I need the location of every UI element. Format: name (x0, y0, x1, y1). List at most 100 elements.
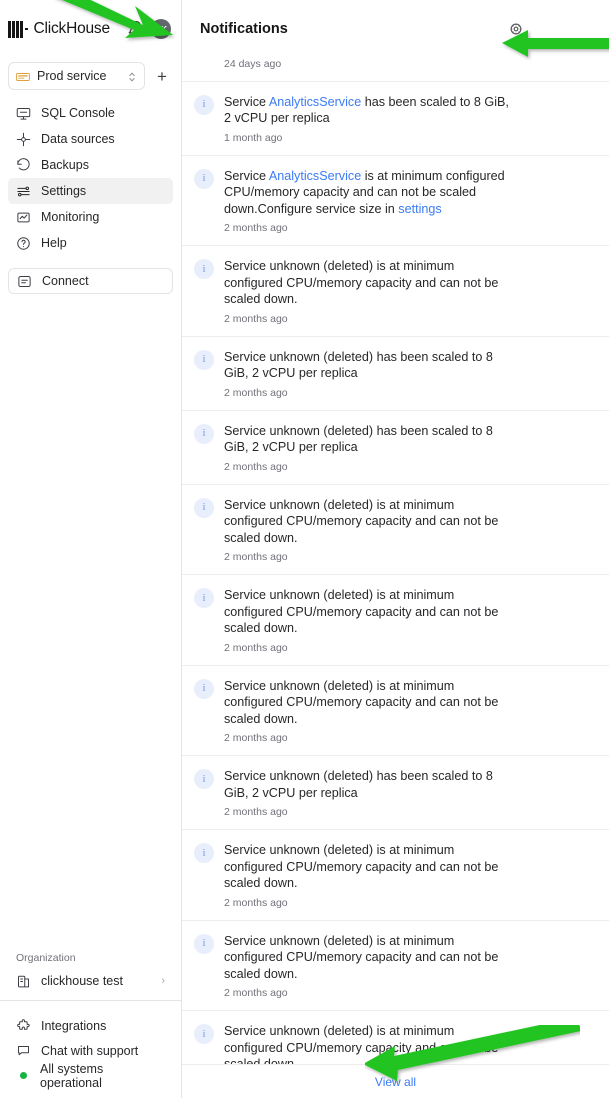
organization-icon (16, 974, 31, 989)
notification-timestamp: 2 months ago (224, 460, 288, 473)
footer-item-label: Chat with support (41, 1043, 139, 1058)
page-title: Notifications (200, 21, 288, 37)
sidebar: ClickHouse AK Prod service + SQL Console… (0, 0, 182, 1098)
settings-sliders-icon (16, 184, 31, 199)
footer-item-label: All systems operational (40, 1061, 104, 1090)
info-circle-icon: i (194, 933, 214, 954)
info-circle-icon: i (194, 349, 214, 370)
notification-timestamp: 2 months ago (224, 312, 288, 325)
user-avatar[interactable]: AK (151, 19, 171, 39)
notification-timestamp: 2 months ago (224, 641, 288, 654)
notification-body: Service unknown (deleted) is at minimum … (224, 933, 514, 1000)
organization-item[interactable]: clickhouse test › (8, 968, 173, 994)
info-circle-icon: i (194, 1024, 214, 1044)
sql-console-icon (16, 106, 31, 121)
notification-message: Service unknown (deleted) has been scale… (224, 423, 493, 455)
sidebar-item-monitoring[interactable]: Monitoring (8, 204, 173, 230)
view-all-bar: View all (182, 1064, 609, 1098)
sidebar-item-backups[interactable]: Backups (8, 152, 173, 178)
notifications-panel: Notifications ivCPU per replica24 days a… (182, 0, 609, 1098)
notification-timestamp: 2 months ago (224, 551, 288, 563)
notification-message: Service unknown (deleted) is at minimum … (224, 1024, 499, 1064)
notification-body: Service unknown (deleted) is at minimum … (224, 258, 514, 325)
notification-message: Service unknown (deleted) has been scale… (224, 349, 493, 381)
service-name: Prod service (37, 69, 107, 83)
notification-item[interactable]: i Service unknown (deleted) has been scal… (182, 335, 609, 410)
notification-item[interactable]: i Service unknown (deleted) is at minimum… (182, 574, 609, 665)
notification-item[interactable]: i Service unknown (deleted) has been scal… (182, 755, 609, 829)
sidebar-item-label: Data sources (41, 132, 115, 146)
view-all-link[interactable]: View all (375, 1075, 416, 1089)
notification-bell-icon[interactable] (127, 20, 145, 38)
notification-message: Service unknown (deleted) is at minimum … (224, 843, 499, 890)
sidebar-item-label: Monitoring (41, 210, 100, 224)
notification-item[interactable]: i Service unknown (deleted) is at minimum… (182, 1010, 609, 1064)
notification-message: Service unknown (deleted) is at minimum … (224, 678, 499, 726)
connect-icon (17, 274, 32, 289)
notification-link[interactable]: AnalyticsService (269, 169, 361, 183)
notification-item[interactable]: i Service unknown (deleted) is at minimum… (182, 919, 609, 1011)
service-icon (16, 70, 30, 82)
brand-name: ClickHouse (33, 20, 111, 37)
notification-item[interactable]: i Service unknown (deleted) is at minimum… (182, 245, 609, 336)
service-selector-row: Prod service + (0, 58, 181, 90)
notifications-list: ivCPU per replica24 days ago i Service Ana… (182, 58, 609, 1064)
clickhouse-logo-icon (8, 20, 28, 38)
sidebar-item-help[interactable]: Help (8, 230, 173, 256)
notification-item[interactable]: i Service unknown (deleted) is at minimum… (182, 483, 609, 575)
sidebar-footer: Integrations Chat with support All syste… (0, 1001, 181, 1098)
brand-logo[interactable]: ClickHouse (8, 20, 121, 38)
notification-item[interactable]: i Service AnalyticsService has been scale… (182, 80, 609, 155)
notification-message: Service unknown (deleted) is at minimum … (224, 497, 499, 545)
info-circle-icon: i (194, 769, 214, 789)
notification-body: Service unknown (deleted) is at minimum … (224, 842, 514, 909)
notification-message: Service unknown (deleted) has been scale… (224, 769, 493, 800)
sidebar-nav: SQL Console Data sources Backups Setting… (0, 90, 181, 256)
service-selector[interactable]: Prod service (8, 62, 145, 90)
footer-item-chat-support[interactable]: Chat with support (8, 1038, 173, 1063)
notification-message: Service unknown (deleted) is at minimum … (224, 933, 499, 981)
info-circle-icon: i (194, 497, 214, 518)
notification-item[interactable]: i Service unknown (deleted) has been scal… (182, 409, 609, 484)
notification-message: Service unknown (deleted) is at minimum … (224, 259, 499, 306)
footer-item-label: Integrations (41, 1018, 107, 1033)
notification-body: Service unknown (deleted) has been scale… (224, 423, 514, 473)
organization-block: Organization clickhouse test › (0, 952, 181, 1000)
organization-section-label: Organization (16, 952, 76, 964)
notification-item[interactable]: i Service AnalyticsService is at minimum … (182, 154, 609, 246)
notification-item[interactable]: i Service unknown (deleted) is at minimum… (182, 664, 609, 756)
sidebar-header: ClickHouse AK (0, 0, 181, 58)
notification-item[interactable]: i Service unknown (deleted) is at minimum… (182, 829, 609, 920)
notification-timestamp: 1 month ago (224, 131, 283, 144)
notification-message: Service AnalyticsService is at minimum c… (224, 168, 505, 216)
info-circle-icon: i (194, 94, 214, 115)
chevron-right-icon: › (161, 975, 165, 987)
info-circle-icon: i (194, 588, 214, 608)
sidebar-item-data-sources[interactable]: Data sources (8, 126, 173, 152)
notification-body: Service unknown (deleted) is at minimum … (224, 678, 514, 745)
gear-icon[interactable] (509, 22, 523, 36)
sidebar-item-label: Help (41, 236, 67, 250)
add-service-button[interactable]: + (151, 65, 173, 87)
notification-item[interactable]: ivCPU per replica24 days ago (182, 58, 609, 81)
sidebar-item-label: Settings (41, 184, 87, 198)
notification-body: Service unknown (deleted) is at minimum … (224, 497, 514, 564)
organization-name: clickhouse test (41, 974, 123, 988)
notification-body: Service unknown (deleted) has been scale… (224, 349, 514, 399)
connect-button[interactable]: Connect (8, 268, 173, 294)
footer-item-system-status[interactable]: All systems operational (8, 1061, 173, 1090)
app-root: ClickHouse AK Prod service + SQL Console… (0, 0, 609, 1098)
chat-bubble-icon (16, 1043, 31, 1058)
footer-item-integrations[interactable]: Integrations (8, 1013, 173, 1038)
notification-message: Service AnalyticsService has been scaled… (224, 94, 509, 126)
integrations-puzzle-icon (16, 1018, 31, 1033)
notification-link[interactable]: settings (398, 202, 441, 216)
data-sources-icon (16, 132, 31, 147)
info-circle-icon: i (194, 168, 214, 189)
notification-timestamp: 2 months ago (224, 222, 288, 234)
sidebar-item-settings[interactable]: Settings (8, 178, 173, 204)
monitoring-icon (16, 210, 31, 225)
info-circle-icon: i (194, 259, 214, 279)
sidebar-item-sql-console[interactable]: SQL Console (8, 100, 173, 126)
notification-link[interactable]: AnalyticsService (269, 95, 361, 109)
